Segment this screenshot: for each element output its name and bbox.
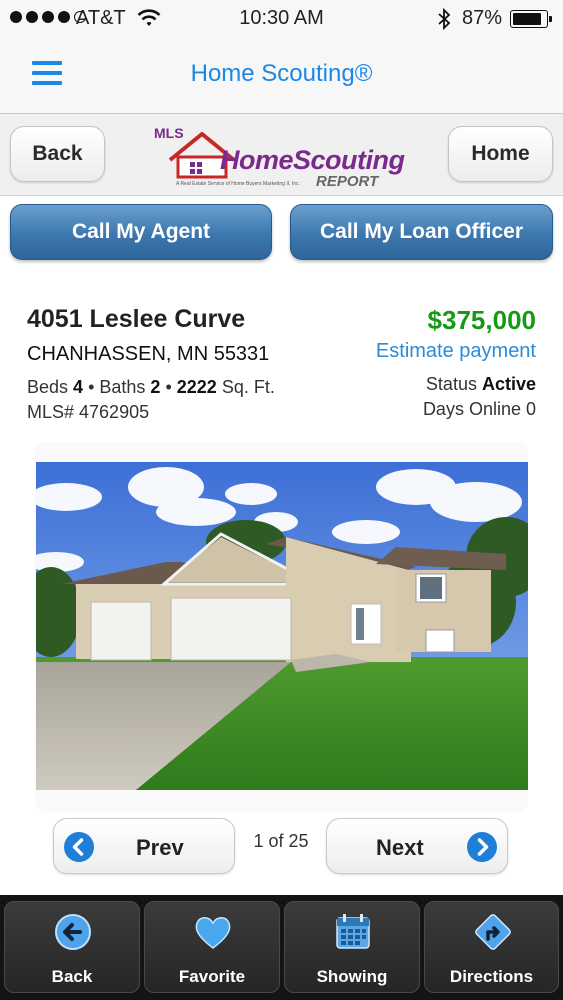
listing-address: 4051 Leslee Curve [27,305,246,333]
sqft-value: 2222 [176,377,217,397]
beds-label: Beds [27,377,69,397]
bluetooth-icon [438,7,451,31]
prev-button[interactable]: Prev [53,818,235,874]
directions-icon [475,914,511,950]
tab-showing[interactable]: Showing [284,901,420,993]
next-button[interactable]: Next [326,818,508,874]
navigation-bar: Home Scouting® [0,38,563,114]
call-agent-button[interactable]: Call My Agent [10,204,272,260]
tab-favorite-label: Favorite [178,967,246,986]
listing-status: Status Active [426,374,536,395]
heart-icon [195,917,231,949]
chevron-left-icon [64,832,94,862]
svg-text:REPORT: REPORT [316,173,380,190]
sqft-label: Sq. Ft. [221,377,275,397]
listing-specs: Beds 4 • Baths 2 • 2222 Sq. Ft. [27,377,275,397]
home-button[interactable]: Home [448,126,553,182]
tab-back-label: Back [51,967,93,986]
prev-label: Prev [136,835,184,860]
arrow-left-circle-icon [55,914,91,950]
next-label: Next [376,835,424,860]
chevron-right-icon [467,832,497,862]
back-button[interactable]: Back [10,126,105,182]
tab-directions-label: Directions [449,967,534,986]
bottom-tab-bar: Back Favorite Showing Directions [0,895,563,1000]
days-online: Days Online 0 [422,399,536,419]
status-value: Active [481,374,536,394]
page-counter: 1 of 25 [253,831,309,851]
estimate-payment-link[interactable]: Estimate payment [376,340,536,363]
beds-value: 4 [73,377,84,397]
tab-showing-label: Showing [316,967,388,986]
tab-back[interactable]: Back [4,901,140,993]
baths-value: 2 [150,377,161,397]
svg-text:HomeScouting: HomeScouting [220,145,406,175]
status-bar: AT&T 10:30 AM 87% [0,0,563,38]
homescouting-report-logo: MLS HomeScouting REPORT A Real Estate Se… [154,125,406,190]
listing-price: $375,000 [427,305,536,335]
header-bar: Back MLS HomeScouting REPORT A Real Esta… [0,114,563,196]
baths-label: Baths [99,377,146,397]
battery-icon [510,10,552,28]
app-title: Home Scouting® [190,60,373,87]
status-label: Status [425,374,477,394]
listing-photo[interactable] [36,462,528,790]
svg-text:MLS: MLS [154,125,184,141]
svg-text:A Real Estate Service of Home: A Real Estate Service of Home Buyers Mar… [176,181,300,187]
listing-city: CHANHASSEN, MN 55331 [27,343,270,365]
mls-number: MLS# 4762905 [27,402,150,422]
calendar-icon [336,914,370,949]
tab-favorite[interactable]: Favorite [144,901,280,993]
battery-percent: 87% [462,7,503,29]
tab-directions[interactable]: Directions [424,901,559,993]
call-loan-officer-button[interactable]: Call My Loan Officer [290,204,553,260]
